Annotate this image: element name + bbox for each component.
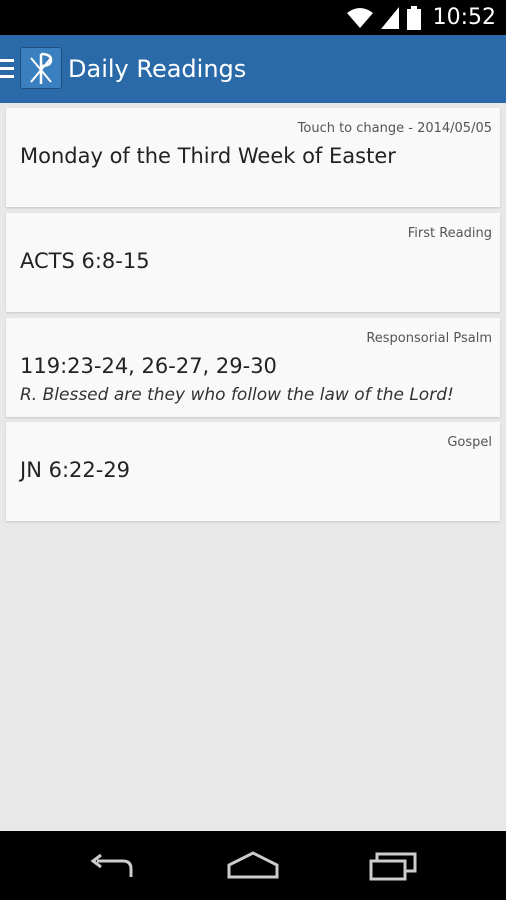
drawer-icon[interactable] — [0, 59, 14, 79]
gospel-card[interactable]: Gospel JN 6:22-29 — [6, 422, 500, 521]
liturgical-day-title: Monday of the Third Week of Easter — [20, 144, 396, 168]
recent-apps-icon[interactable] — [363, 849, 423, 883]
home-icon[interactable] — [223, 849, 283, 883]
chi-rho-icon[interactable] — [20, 47, 62, 89]
date-card[interactable]: Touch to change - 2014/05/05 Monday of t… — [6, 108, 500, 207]
back-icon[interactable] — [83, 849, 143, 883]
wifi-icon — [346, 7, 373, 28]
first-reading-citation: ACTS 6:8-15 — [20, 249, 150, 273]
navigation-bar — [0, 831, 506, 900]
first-reading-card[interactable]: First Reading ACTS 6:8-15 — [6, 213, 500, 312]
psalm-citation: 119:23-24, 26-27, 29-30 — [20, 354, 277, 378]
gospel-citation: JN 6:22-29 — [20, 458, 131, 482]
first-reading-label: First Reading — [407, 226, 492, 241]
status-icons: 10:52 — [346, 0, 496, 35]
app-title: Daily Readings — [68, 55, 247, 83]
psalm-label: Responsorial Psalm — [366, 331, 492, 346]
status-bar: 10:52 — [0, 0, 506, 35]
status-time: 10:52 — [432, 5, 496, 30]
readings-list: Touch to change - 2014/05/05 Monday of t… — [0, 103, 506, 831]
psalm-response: R. Blessed are they who follow the law o… — [20, 385, 454, 405]
action-bar: Daily Readings — [0, 35, 506, 103]
date-label: Touch to change - 2014/05/05 — [297, 121, 492, 136]
signal-icon — [380, 6, 399, 29]
gospel-label: Gospel — [447, 435, 492, 450]
battery-icon — [406, 5, 421, 30]
psalm-card[interactable]: Responsorial Psalm 119:23-24, 26-27, 29-… — [6, 318, 500, 417]
